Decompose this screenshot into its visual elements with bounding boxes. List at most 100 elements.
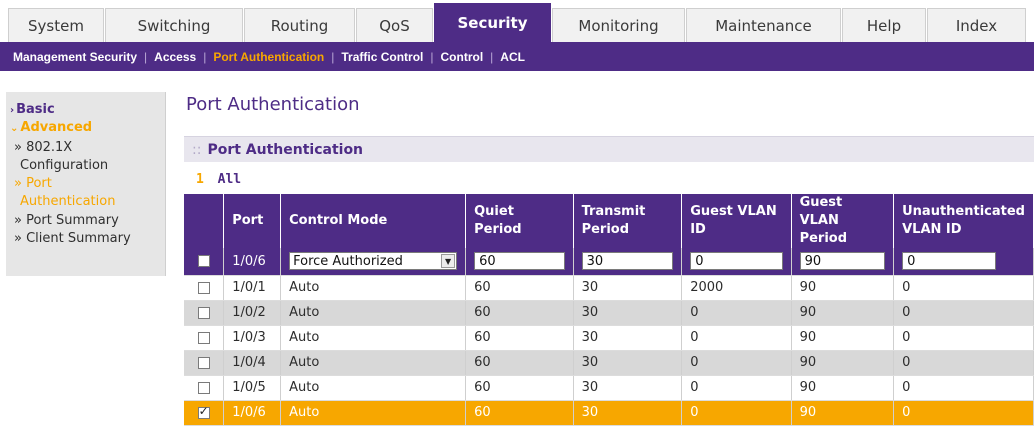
sidebar-item-basic[interactable]: › Basic xyxy=(10,102,55,117)
guest-vlan-id-input[interactable] xyxy=(690,252,783,271)
row-port: 1/0/4 xyxy=(223,350,282,376)
sub-navigation: Management Security | Access | Port Auth… xyxy=(0,42,1034,71)
row-transmit-period: 30 xyxy=(573,400,683,426)
tab-help[interactable]: Help xyxy=(842,8,926,42)
tab-maintenance[interactable]: Maintenance xyxy=(686,8,841,42)
row-quiet-period: 60 xyxy=(465,400,574,426)
chevron-down-icon: ⌄ xyxy=(10,123,19,134)
tab-security[interactable]: Security xyxy=(434,3,551,42)
header-unauthenticated-vlan-id: Unauthenticated VLAN ID xyxy=(893,194,1034,248)
row-control-mode: Auto xyxy=(280,325,467,351)
top-navigation: System Switching Routing QoS Security Mo… xyxy=(0,0,1034,42)
edit-row-transmit-cell xyxy=(573,248,683,276)
table-row[interactable]: 1/0/3 Auto 60 30 0 90 0 xyxy=(184,325,1034,351)
control-mode-value: Force Authorized xyxy=(293,253,403,269)
row-quiet-period: 60 xyxy=(465,275,574,301)
row-checkbox[interactable] xyxy=(197,306,210,319)
edit-row-gvid-cell xyxy=(681,248,792,276)
sidebar-item-8021x-configuration[interactable]: Configuration xyxy=(20,157,108,174)
row-transmit-period: 30 xyxy=(573,375,683,401)
page-title: Port Authentication xyxy=(186,94,360,115)
tab-monitoring[interactable]: Monitoring xyxy=(552,8,685,42)
row-checkbox[interactable] xyxy=(197,281,210,294)
row-guest-vlan-id: 2000 xyxy=(681,275,792,301)
transmit-period-input[interactable] xyxy=(581,252,674,271)
section-header: :: Port Authentication xyxy=(184,136,1034,162)
row-select-cell xyxy=(184,300,225,326)
row-control-mode: Auto xyxy=(280,275,467,301)
sidebar-item-port-authentication[interactable]: Authentication xyxy=(20,193,115,210)
row-guest-vlan-period: 90 xyxy=(791,400,895,426)
subnav-separator: | xyxy=(203,49,207,64)
edit-row-quiet-cell xyxy=(465,248,574,276)
header-select xyxy=(184,194,225,248)
quiet-period-input[interactable] xyxy=(474,252,565,271)
tab-qos[interactable]: QoS xyxy=(356,8,433,42)
table-row[interactable]: 1/0/4 Auto 60 30 0 90 0 xyxy=(184,350,1034,376)
table-row[interactable]: 1/0/1 Auto 60 30 2000 90 0 xyxy=(184,275,1034,301)
subnav-acl[interactable]: ACL xyxy=(500,50,525,64)
row-port: 1/0/5 xyxy=(223,375,282,401)
edit-row-checkbox[interactable] xyxy=(197,255,210,268)
control-mode-select[interactable]: Force Authorized ▼ xyxy=(289,252,458,271)
port-auth-table: Port Control Mode Quiet Period Transmit … xyxy=(184,194,1034,426)
row-transmit-period: 30 xyxy=(573,325,683,351)
row-checkbox[interactable] xyxy=(197,331,210,344)
row-port: 1/0/2 xyxy=(223,300,282,326)
sidebar-item-port-summary[interactable]: » Port Summary xyxy=(14,212,119,229)
sidebar-item-port[interactable]: » Port xyxy=(14,175,52,192)
row-select-cell xyxy=(184,375,225,401)
sidebar-item-8021x[interactable]: » 802.1X xyxy=(14,139,72,156)
chevron-right-icon: › xyxy=(10,105,15,116)
tab-routing[interactable]: Routing xyxy=(244,8,355,42)
table-row-selected[interactable]: 1/0/6 Auto 60 30 0 90 0 xyxy=(184,400,1034,426)
tab-system[interactable]: System xyxy=(8,8,104,42)
tab-index[interactable]: Index xyxy=(927,8,1026,42)
tab-switching[interactable]: Switching xyxy=(105,8,243,42)
row-unauth-vlan-id: 0 xyxy=(893,300,1034,326)
subnav-management-security[interactable]: Management Security xyxy=(13,50,137,64)
page-all-link[interactable]: All xyxy=(218,172,241,187)
sidebar: › Basic ⌄ Advanced » 802.1X Configuration … xyxy=(0,86,166,445)
subnav-separator: | xyxy=(144,49,148,64)
pager: 1 All xyxy=(196,172,241,187)
sidebar-basic-label: Basic xyxy=(16,102,55,117)
sidebar-box: › Basic ⌄ Advanced » 802.1X Configuration … xyxy=(6,92,166,276)
dropdown-arrow-icon[interactable]: ▼ xyxy=(441,254,456,269)
row-control-mode: Auto xyxy=(280,375,467,401)
row-control-mode: Auto xyxy=(280,350,467,376)
edit-row-mode-cell: Force Authorized ▼ xyxy=(280,248,467,276)
row-port: 1/0/6 xyxy=(223,400,282,426)
subnav-port-authentication[interactable]: Port Authentication xyxy=(213,50,324,64)
row-unauth-vlan-id: 0 xyxy=(893,350,1034,376)
page-number-link[interactable]: 1 xyxy=(196,172,204,187)
row-control-mode: Auto xyxy=(280,400,467,426)
subnav-separator: | xyxy=(430,49,434,64)
row-guest-vlan-id: 0 xyxy=(681,300,792,326)
sidebar-item-client-summary[interactable]: » Client Summary xyxy=(14,230,131,247)
subnav-access[interactable]: Access xyxy=(154,50,196,64)
row-unauth-vlan-id: 0 xyxy=(893,275,1034,301)
row-checkbox-checked[interactable] xyxy=(197,404,210,419)
row-checkbox[interactable] xyxy=(197,381,210,394)
app-root: System Switching Routing QoS Security Mo… xyxy=(0,0,1034,445)
edit-row-port: 1/0/6 xyxy=(223,248,282,276)
table-row[interactable]: 1/0/2 Auto 60 30 0 90 0 xyxy=(184,300,1034,326)
row-quiet-period: 60 xyxy=(465,350,574,376)
subnav-control[interactable]: Control xyxy=(441,50,484,64)
row-quiet-period: 60 xyxy=(465,300,574,326)
unauth-vlan-id-input[interactable] xyxy=(902,252,997,271)
sidebar-item-advanced[interactable]: ⌄ Advanced xyxy=(10,120,92,135)
table-row[interactable]: 1/0/5 Auto 60 30 0 90 0 xyxy=(184,375,1034,401)
row-guest-vlan-period: 90 xyxy=(791,275,895,301)
row-quiet-period: 60 xyxy=(465,325,574,351)
row-select-cell xyxy=(184,275,225,301)
row-checkbox[interactable] xyxy=(197,356,210,369)
row-guest-vlan-id: 0 xyxy=(681,375,792,401)
row-guest-vlan-period: 90 xyxy=(791,325,895,351)
row-control-mode: Auto xyxy=(280,300,467,326)
row-unauth-vlan-id: 0 xyxy=(893,325,1034,351)
subnav-traffic-control[interactable]: Traffic Control xyxy=(341,50,423,64)
guest-vlan-period-input[interactable] xyxy=(799,252,886,271)
row-quiet-period: 60 xyxy=(465,375,574,401)
